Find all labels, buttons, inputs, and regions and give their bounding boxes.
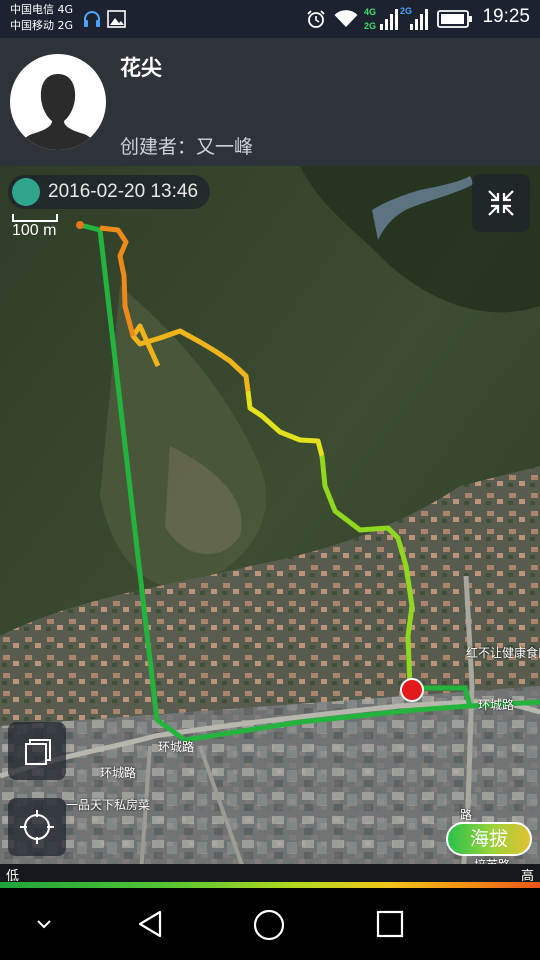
carrier-2: 中国移动 2G [10,19,74,32]
back-icon[interactable] [136,908,166,940]
road-label: 环城路 [478,698,515,712]
map-view[interactable]: 2016-02-20 13:46 100 m 环城路 环城路 环城路 一品天下私… [0,166,540,888]
road-label: 路 [460,808,473,822]
svg-text:4G: 4G [364,7,376,17]
route-title: 花尖 [120,56,162,80]
creator-label[interactable]: 创建者：又一峰 [120,132,253,159]
signal-2g-icon: 2G [400,6,428,30]
layers-button[interactable] [8,722,66,780]
alarm-icon [307,10,325,28]
current-position-marker[interactable] [400,678,424,702]
scale-label: 100 m [12,222,57,239]
home-icon[interactable] [252,908,286,942]
chevron-down-icon[interactable] [34,914,54,934]
carrier-info: 中国电信 4G 中国移动 2G [10,2,73,34]
headset-icon [84,11,100,27]
signal-4g-icon: 4G 2G [364,7,398,31]
svg-text:2G: 2G [364,21,376,31]
road-label: 环城路 [100,766,137,780]
layers-icon [25,739,51,765]
track-date: 2016-02-20 13:46 [48,181,199,202]
road-label: 环城路 [158,740,195,754]
carrier-1: 中国电信 4G [10,3,74,16]
image-icon [107,10,126,28]
system-nav-bar [0,888,540,960]
wifi-icon [334,10,358,27]
status-bar: 中国电信 4G 中国移动 2G 4G 2G 2G 19:25 [0,0,540,38]
altitude-legend: 低 高 [0,864,540,888]
poi-label: 一品天下私房菜 [66,798,151,812]
altitude-toggle-button[interactable]: 海拔 [446,822,532,856]
clock: 19:25 [482,6,530,27]
track-thumbnail-icon [12,178,40,206]
svg-text:2G: 2G [400,6,412,16]
satellite-map[interactable] [0,166,540,888]
collapse-icon [488,190,514,216]
route-header: 花尖 创建者：又一峰 [0,38,540,166]
default-avatar-icon [18,74,98,150]
locate-button[interactable] [8,798,66,856]
locate-icon [20,810,54,844]
track-date-pill: 2016-02-20 13:46 [8,175,211,209]
scale-bar [12,214,58,222]
recents-icon[interactable] [376,910,404,938]
exit-fullscreen-button[interactable] [472,174,530,232]
avatar[interactable] [10,54,106,150]
battery-icon [437,10,472,28]
poi-label: 红不让健康食府 [466,646,540,660]
